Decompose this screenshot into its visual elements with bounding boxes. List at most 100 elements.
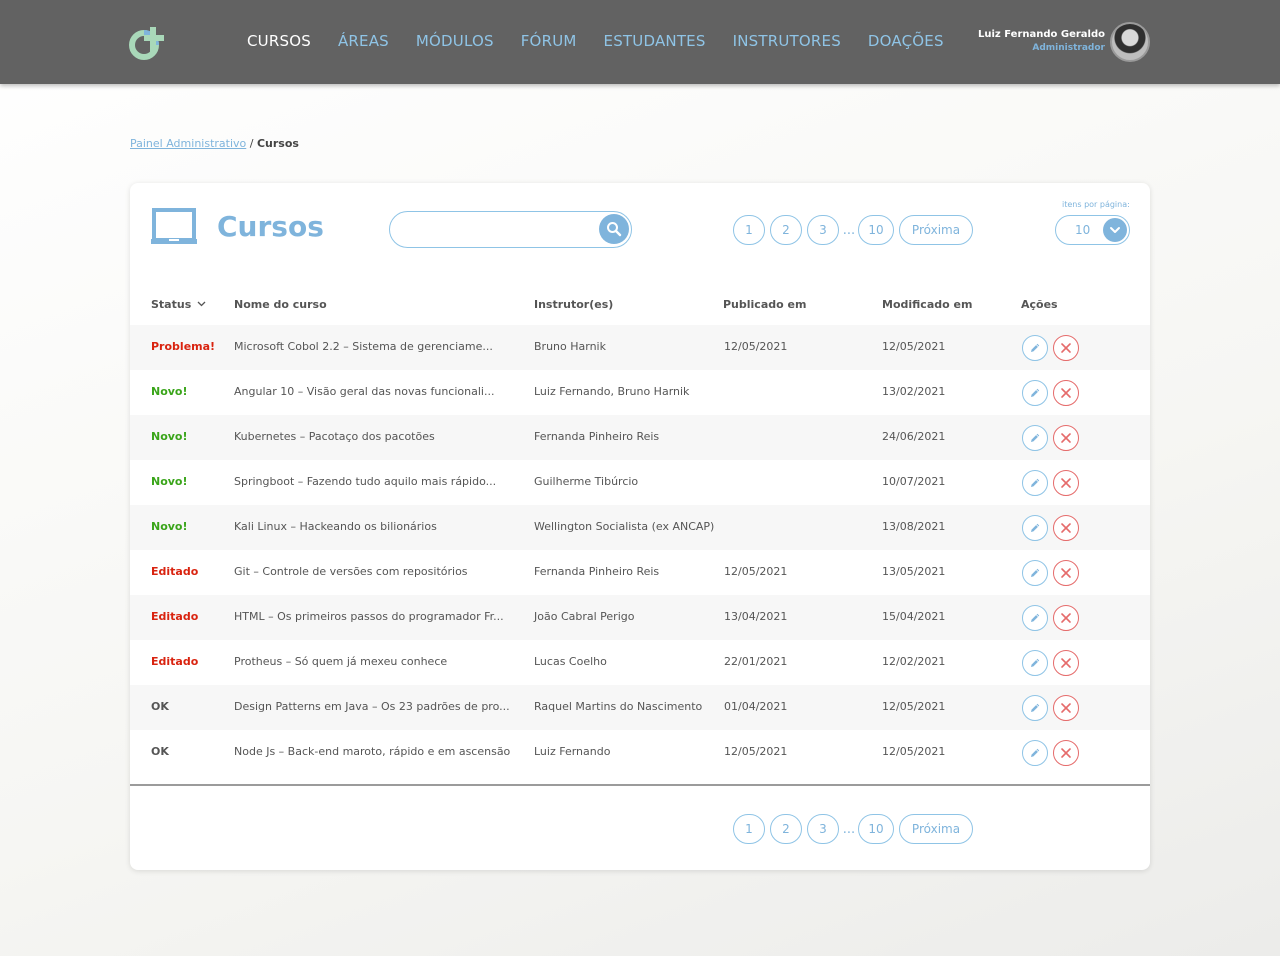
page-title: Cursos xyxy=(217,210,324,243)
nav-areas[interactable]: ÁREAS xyxy=(338,32,389,50)
edit-button[interactable] xyxy=(1022,425,1048,451)
close-icon xyxy=(1061,658,1071,668)
search-input[interactable] xyxy=(404,219,594,239)
table-row[interactable]: Novo! Springboot – Fazendo tudo aquilo ma… xyxy=(130,460,1150,505)
delete-button[interactable] xyxy=(1053,425,1079,451)
modified-date-cell: 12/05/2021 xyxy=(882,340,946,353)
avatar[interactable] xyxy=(1110,22,1150,62)
delete-button[interactable] xyxy=(1053,515,1079,541)
edit-button[interactable] xyxy=(1022,605,1048,631)
page-last-button[interactable]: 10 xyxy=(858,814,894,844)
page-ellipsis: ... xyxy=(842,821,856,837)
delete-button[interactable] xyxy=(1053,560,1079,586)
edit-button[interactable] xyxy=(1022,650,1048,676)
pencil-icon xyxy=(1031,703,1040,712)
items-per-page-label: itens por página: xyxy=(1062,200,1130,209)
next-page-button[interactable]: Próxima xyxy=(899,814,973,844)
close-icon xyxy=(1061,343,1071,353)
table-row[interactable]: Editado Git – Controle de versões com rep… xyxy=(130,550,1150,595)
status-cell: Editado xyxy=(151,610,199,623)
pagination-top: 1 2 3 ... 10 Próxima xyxy=(733,215,973,245)
nav-forum[interactable]: FÓRUM xyxy=(521,32,577,50)
table-row[interactable]: Editado Protheus – Só quem já mexeu conhe… xyxy=(130,640,1150,685)
page-1-button[interactable]: 1 xyxy=(733,215,765,245)
status-cell: Problema! xyxy=(151,340,216,353)
instructors-cell: Lucas Coelho xyxy=(534,655,607,668)
close-icon xyxy=(1061,523,1071,533)
page-last-button[interactable]: 10 xyxy=(858,215,894,245)
page-2-button[interactable]: 2 xyxy=(770,215,802,245)
delete-button[interactable] xyxy=(1053,650,1079,676)
close-icon xyxy=(1061,748,1071,758)
course-name-cell: Node Js – Back-end maroto, rápido e em a… xyxy=(234,745,511,758)
published-date-cell: 12/05/2021 xyxy=(724,340,788,353)
course-name-cell: Microsoft Cobol 2.2 – Sistema de gerenci… xyxy=(234,340,493,353)
instructors-cell: Fernanda Pinheiro Reis xyxy=(534,565,660,578)
nav-cursos[interactable]: CURSOS xyxy=(247,32,311,50)
close-icon xyxy=(1061,568,1071,578)
nav-estudantes[interactable]: ESTUDANTES xyxy=(604,32,706,50)
nav-doacoes[interactable]: DOAÇÕES xyxy=(868,32,944,50)
breadcrumb: Painel Administrativo / Cursos xyxy=(130,137,299,150)
delete-button[interactable] xyxy=(1053,470,1079,496)
instructors-cell: Fernanda Pinheiro Reis xyxy=(534,430,660,443)
logo-icon[interactable] xyxy=(128,24,168,62)
nav-modulos[interactable]: MÓDULOS xyxy=(416,32,494,50)
table-row[interactable]: OK Design Patterns em Java – Os 23 padrõe… xyxy=(130,685,1150,730)
delete-button[interactable] xyxy=(1053,335,1079,361)
instructors-cell: Luiz Fernando xyxy=(534,745,611,758)
pencil-icon xyxy=(1031,478,1040,487)
pencil-icon xyxy=(1031,523,1040,532)
next-page-button[interactable]: Próxima xyxy=(899,215,973,245)
search-button[interactable] xyxy=(599,214,629,244)
delete-button[interactable] xyxy=(1053,605,1079,631)
items-per-page-select[interactable]: 10 xyxy=(1055,215,1130,245)
page-3-button[interactable]: 3 xyxy=(807,215,839,245)
course-name-cell: Git – Controle de versões com repositóri… xyxy=(234,565,468,578)
status-cell: OK xyxy=(151,745,169,758)
modified-date-cell: 13/02/2021 xyxy=(882,385,946,398)
page-2-button[interactable]: 2 xyxy=(770,814,802,844)
status-cell: OK xyxy=(151,700,169,713)
status-sort-header[interactable]: Status xyxy=(151,298,206,311)
delete-button[interactable] xyxy=(1053,380,1079,406)
pencil-icon xyxy=(1031,613,1040,622)
close-icon xyxy=(1061,433,1071,443)
edit-button[interactable] xyxy=(1022,695,1048,721)
modified-header: Modificado em xyxy=(882,298,973,311)
instructors-cell: Luiz Fernando, Bruno Harnik xyxy=(534,385,690,398)
user-info[interactable]: Luiz Fernando Geraldo Administrador xyxy=(978,29,1105,53)
breadcrumb-link-painel[interactable]: Painel Administrativo xyxy=(130,137,246,150)
pencil-icon xyxy=(1031,343,1040,352)
table-row[interactable]: Novo! Kubernetes – Pacotaço dos pacotões F… xyxy=(130,415,1150,460)
top-navbar: CURSOS ÁREAS MÓDULOS FÓRUM ESTUDANTES IN… xyxy=(0,0,1280,84)
page-3-button[interactable]: 3 xyxy=(807,814,839,844)
modified-date-cell: 10/07/2021 xyxy=(882,475,946,488)
page-ellipsis: ... xyxy=(842,222,856,238)
page-1-button[interactable]: 1 xyxy=(733,814,765,844)
edit-button[interactable] xyxy=(1022,560,1048,586)
table-row[interactable]: Novo! Kali Linux – Hackeando os bilionári… xyxy=(130,505,1150,550)
table-row[interactable]: Problema! Microsoft Cobol 2.2 – Sistema d… xyxy=(130,325,1150,370)
delete-button[interactable] xyxy=(1053,740,1079,766)
user-name: Luiz Fernando Geraldo xyxy=(978,29,1105,40)
table-row[interactable]: Editado HTML – Os primeiros passos do pro… xyxy=(130,595,1150,640)
edit-button[interactable] xyxy=(1022,740,1048,766)
table-row[interactable]: OK Node Js – Back-end maroto, rápido e em… xyxy=(130,730,1150,775)
table-row[interactable]: Novo! Angular 10 – Visão geral das novas … xyxy=(130,370,1150,415)
items-per-page-dropdown-button[interactable] xyxy=(1103,218,1127,242)
main-nav: CURSOS ÁREAS MÓDULOS FÓRUM ESTUDANTES IN… xyxy=(247,32,971,50)
user-role: Administrador xyxy=(1032,43,1105,53)
table-body: Problema! Microsoft Cobol 2.2 – Sistema d… xyxy=(130,325,1150,775)
edit-button[interactable] xyxy=(1022,470,1048,496)
edit-button[interactable] xyxy=(1022,515,1048,541)
pencil-icon xyxy=(1031,658,1040,667)
published-date-cell: 22/01/2021 xyxy=(724,655,788,668)
edit-button[interactable] xyxy=(1022,335,1048,361)
nav-instrutores[interactable]: INSTRUTORES xyxy=(733,32,841,50)
delete-button[interactable] xyxy=(1053,695,1079,721)
pencil-icon xyxy=(1031,388,1040,397)
edit-button[interactable] xyxy=(1022,380,1048,406)
instructors-cell: Wellington Socialista (ex ANCAP) xyxy=(534,520,715,533)
status-cell: Novo! xyxy=(151,520,188,533)
